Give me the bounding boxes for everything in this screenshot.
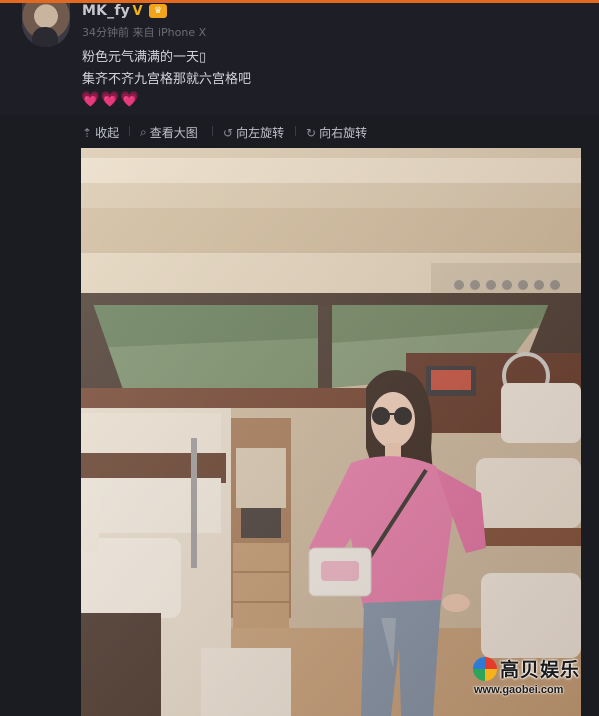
watermark-title: 高贝娱乐 <box>500 659 581 681</box>
post-text-line-2: 集齐不齐九宫格那就六宫格吧 <box>82 72 252 87</box>
post-meta: 34分钟前 来自 iPhone X <box>82 26 207 39</box>
view-large-button[interactable]: ⌕ 查看大图 <box>140 124 198 141</box>
heart-emojis: 💗💗💗 <box>81 90 141 108</box>
username-link[interactable]: MK_fy <box>82 3 130 19</box>
gaobei-logo-icon <box>473 657 497 681</box>
watermark: 高贝娱乐 www.gaobei.com <box>470 655 586 703</box>
watermark-url: www.gaobei.com <box>474 684 564 696</box>
post-photo[interactable] <box>81 148 581 716</box>
collapse-button[interactable]: ⇡ 收起 <box>82 124 119 141</box>
verified-v-icon[interactable]: V <box>130 4 145 19</box>
yacht-cabin-photo <box>81 148 581 716</box>
rotate-left-icon: ↺ <box>223 125 234 140</box>
rotate-right-button[interactable]: ↻ 向右旋转 <box>306 124 367 141</box>
post-text-line-1: 粉色元气满满的一天▯ <box>82 50 207 65</box>
rotate-left-button[interactable]: ↺ 向左旋转 <box>223 124 284 141</box>
image-toolbar: ⇡ 收起 ⌕ 查看大图 ↺ 向左旋转 ↻ 向右旋转 <box>0 116 599 146</box>
magnifier-icon: ⌕ <box>140 125 147 139</box>
post-card: MK_fy V ♛ 34分钟前 来自 iPhone X 粉色元气满满的一天▯ 集… <box>0 3 599 115</box>
toolbar-divider <box>129 126 130 136</box>
avatar[interactable] <box>22 3 70 47</box>
weibo-post-page: MK_fy V ♛ 34分钟前 来自 iPhone X 粉色元气满满的一天▯ 集… <box>0 0 599 716</box>
rotate-left-label: 向左旋转 <box>236 126 285 140</box>
vip-crown-icon[interactable]: ♛ <box>149 4 167 18</box>
toolbar-divider <box>212 126 213 136</box>
collapse-label: 收起 <box>95 126 120 140</box>
view-large-label: 查看大图 <box>149 126 198 140</box>
collapse-icon: ⇡ <box>82 125 93 140</box>
toolbar-divider <box>295 126 296 136</box>
rotate-right-icon: ↻ <box>306 125 317 140</box>
rotate-right-label: 向右旋转 <box>319 126 368 140</box>
